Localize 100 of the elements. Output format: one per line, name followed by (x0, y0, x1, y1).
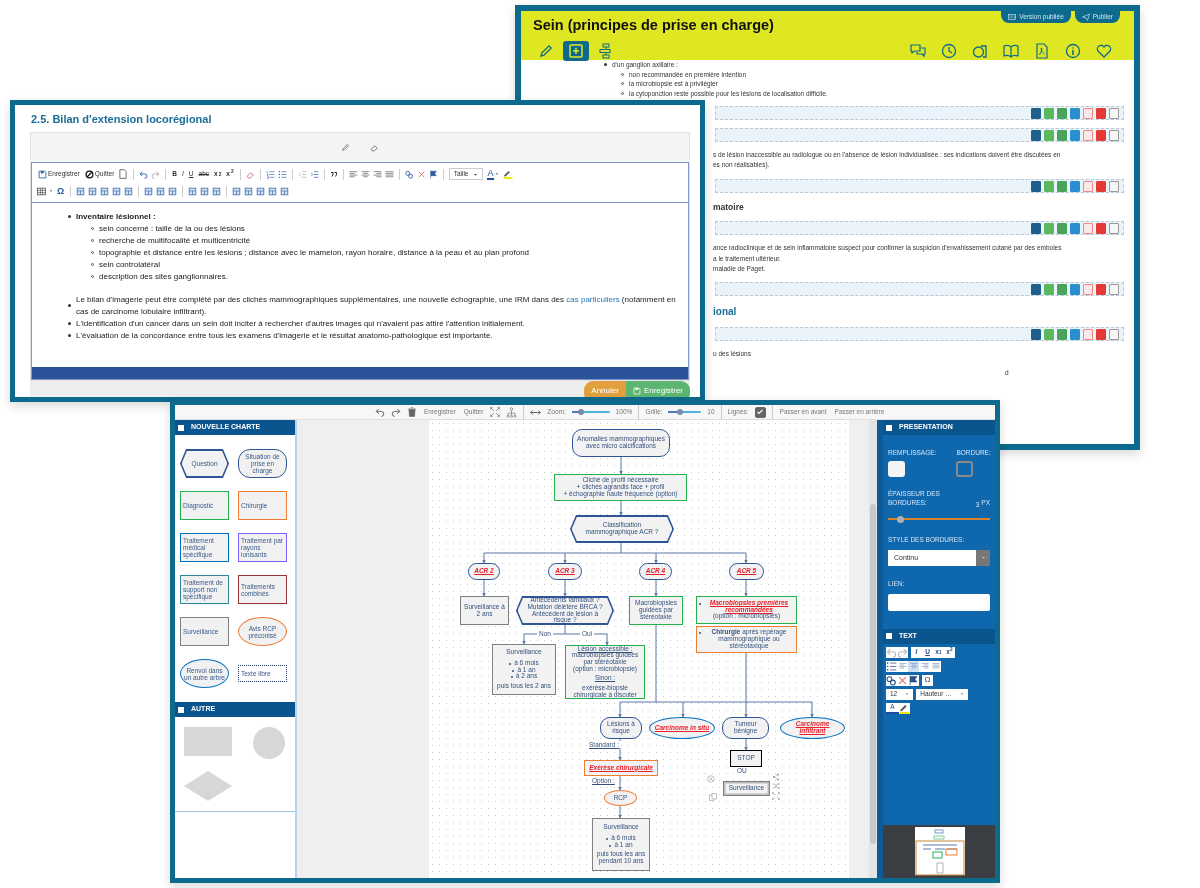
undo-icon[interactable] (375, 407, 385, 417)
align-right-icon[interactable] (372, 169, 382, 179)
coins-icon[interactable] (972, 43, 988, 59)
table-edit-icon[interactable] (212, 186, 222, 196)
image-block-icon[interactable] (1070, 329, 1080, 341)
video-block-icon[interactable] (1096, 284, 1106, 296)
text-block-icon[interactable] (1031, 223, 1041, 235)
diagram-block-icon[interactable] (1057, 284, 1067, 296)
minimap-drawing[interactable] (915, 827, 965, 876)
diagram-block-icon[interactable] (1057, 180, 1067, 192)
pdf-block-icon[interactable] (1083, 108, 1093, 119)
file-block-icon[interactable] (1109, 180, 1119, 192)
slider-thumb[interactable] (578, 409, 585, 415)
copy-icon[interactable] (709, 793, 717, 801)
pdf-block-icon[interactable] (1083, 329, 1093, 341)
table-edit-icon[interactable] (156, 186, 166, 196)
flag-icon[interactable] (908, 674, 919, 686)
undo-icon[interactable] (139, 169, 149, 179)
table-edit-icon[interactable] (76, 186, 86, 196)
link-field[interactable] (888, 593, 990, 611)
image-block-icon[interactable] (1070, 180, 1080, 192)
highlight-icon[interactable] (502, 169, 513, 179)
table-edit-icon[interactable] (244, 186, 254, 196)
text-color-button[interactable]: A (486, 168, 500, 180)
pdf-block-icon[interactable] (1083, 180, 1093, 192)
pdf-block-icon[interactable] (1083, 130, 1093, 141)
pdf-icon[interactable] (1034, 43, 1050, 59)
bullet-list-icon[interactable] (277, 169, 287, 179)
slider-thumb[interactable] (676, 409, 683, 415)
align-center-button[interactable] (908, 660, 919, 672)
align-left-icon[interactable] (348, 169, 358, 179)
table-edit-icon[interactable] (124, 186, 134, 196)
text-link[interactable]: cas particuliers (566, 294, 620, 304)
bullet-list-icon[interactable] (886, 660, 897, 672)
text-block-icon[interactable] (1031, 180, 1041, 192)
trash-icon[interactable] (407, 407, 417, 417)
document-icon[interactable] (118, 169, 129, 179)
book-icon[interactable] (1003, 43, 1019, 59)
share-icon[interactable] (772, 773, 780, 781)
diagram-block-icon[interactable] (1057, 223, 1067, 235)
diagram-block-icon[interactable] (1057, 329, 1067, 341)
video-block-icon[interactable] (1096, 180, 1106, 192)
slider-thumb[interactable] (896, 516, 904, 523)
table-edit-icon[interactable] (112, 186, 122, 196)
table-edit-icon[interactable] (256, 186, 266, 196)
highlight-icon[interactable] (899, 702, 910, 714)
resize-icon[interactable] (772, 792, 780, 800)
table-edit-icon[interactable] (188, 186, 198, 196)
fit-screen-icon[interactable] (490, 407, 501, 417)
border-swatch[interactable] (956, 460, 974, 477)
flag-icon[interactable] (428, 169, 438, 179)
align-left-button[interactable] (897, 660, 908, 672)
pdf-block-icon[interactable] (1083, 223, 1093, 235)
pencil-icon[interactable] (341, 142, 350, 152)
fill-swatch[interactable] (888, 460, 905, 477)
table-edit-icon[interactable] (144, 186, 154, 196)
mode-tab[interactable] (563, 41, 589, 61)
indent-icon[interactable] (309, 169, 319, 179)
scrollbar-thumb[interactable] (870, 504, 876, 844)
redo-icon[interactable] (391, 407, 401, 417)
link-icon[interactable] (404, 169, 414, 179)
video-block-icon[interactable] (1096, 223, 1106, 235)
clear-format-icon[interactable] (245, 169, 255, 179)
text-block-icon[interactable] (1031, 329, 1041, 341)
clock-icon[interactable] (941, 43, 957, 59)
chat-icon[interactable] (910, 43, 926, 59)
justify-icon[interactable] (384, 169, 394, 179)
redo-icon[interactable] (897, 646, 908, 658)
table-edit-icon[interactable] (232, 186, 242, 196)
image-block-icon[interactable] (1070, 284, 1080, 296)
file-block-icon[interactable] (1109, 108, 1119, 119)
image-block-icon[interactable] (1070, 223, 1080, 235)
numbered-list-icon[interactable] (265, 169, 275, 179)
info-icon[interactable] (1065, 43, 1081, 59)
table-icon[interactable] (37, 186, 46, 196)
justify-button[interactable] (930, 660, 941, 672)
file-block-icon[interactable] (1109, 130, 1119, 141)
eraser-icon[interactable] (370, 142, 379, 152)
file-block-icon[interactable] (1109, 284, 1119, 296)
undo-icon[interactable] (886, 646, 897, 658)
heart-icon[interactable] (1096, 43, 1112, 59)
align-center-icon[interactable] (360, 169, 370, 179)
table-edit-icon[interactable] (280, 186, 290, 196)
link-icon[interactable] (886, 674, 897, 686)
text-block-icon[interactable] (1031, 284, 1041, 296)
table-edit-icon[interactable] (268, 186, 278, 196)
table-edit-icon[interactable] (88, 186, 98, 196)
special-character-button[interactable]: Ω (56, 186, 66, 196)
file-block-icon[interactable] (1109, 223, 1119, 235)
lines-checkbox[interactable] (754, 406, 766, 418)
quote-icon[interactable] (329, 170, 338, 178)
table-edit-icon[interactable] (100, 186, 110, 196)
table-edit-icon[interactable] (200, 186, 210, 196)
file-block-icon[interactable] (1109, 329, 1119, 341)
video-block-icon[interactable] (1096, 329, 1106, 341)
align-right-button[interactable] (919, 660, 930, 672)
tree-icon[interactable] (506, 406, 518, 418)
unlink-icon[interactable] (897, 674, 908, 686)
table-edit-icon[interactable] (168, 186, 178, 196)
pdf-block-icon[interactable] (1083, 284, 1093, 296)
